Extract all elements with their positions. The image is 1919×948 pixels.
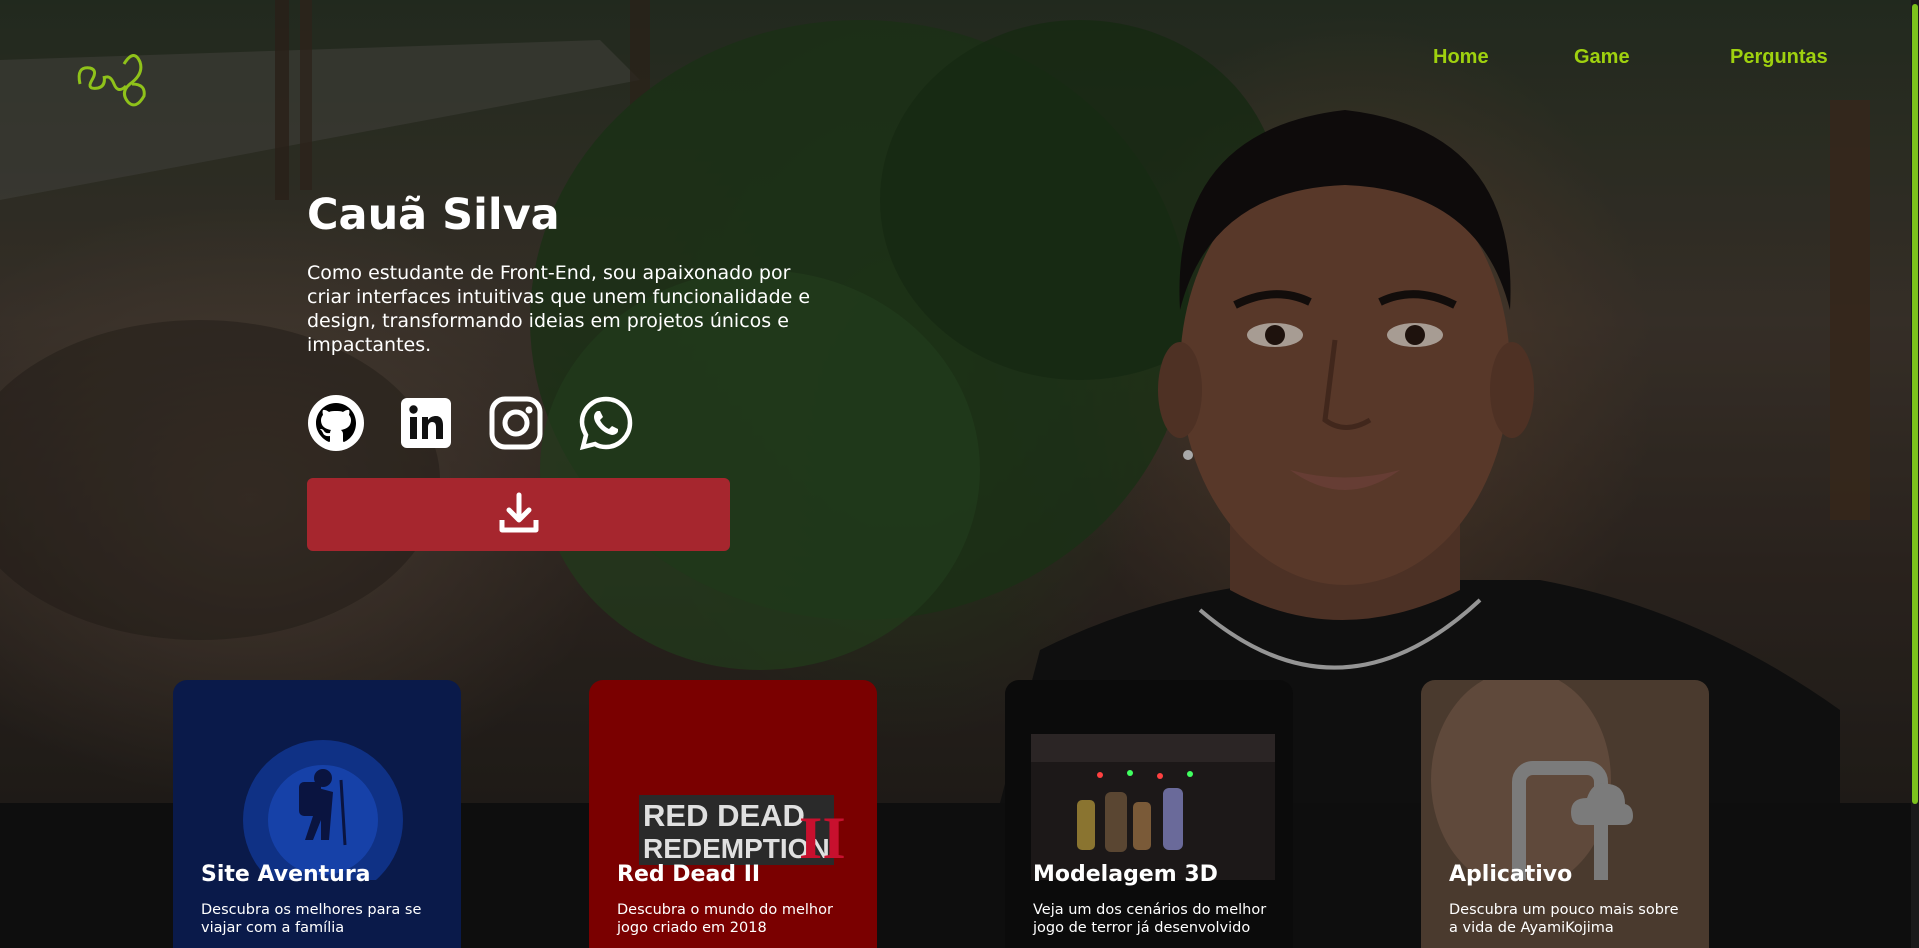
card-title: Modelagem 3D — [1033, 862, 1218, 887]
project-card-modelagem-3d[interactable]: Modelagem 3D Veja um dos cenários do mel… — [1005, 680, 1293, 948]
nav-home[interactable]: Home — [1433, 46, 1489, 69]
github-icon[interactable] — [307, 394, 365, 452]
scrollbar-thumb[interactable] — [1912, 4, 1918, 804]
nav-game[interactable]: Game — [1574, 46, 1630, 69]
scene-thumbnail — [1031, 734, 1275, 880]
instagram-icon[interactable] — [487, 394, 545, 452]
card-description: Descubra os melhores para se viajar com … — [201, 902, 422, 936]
card-title: Aplicativo — [1449, 862, 1573, 887]
svg-text:II: II — [799, 805, 846, 871]
linkedin-icon[interactable] — [397, 394, 455, 452]
card-description: Descubra o mundo do melhor jogo criado e… — [617, 902, 833, 936]
project-card-site-aventura[interactable]: Site Aventura Descubra os melhores para … — [173, 680, 461, 948]
project-card-aplicativo[interactable]: Aplicativo Descubra um pouco mais sobre … — [1421, 680, 1709, 948]
card-title: Red Dead II — [617, 862, 761, 887]
phone-cloud-icon — [1431, 680, 1633, 880]
svg-text:RED DEAD: RED DEAD — [643, 798, 805, 833]
card-description: Descubra um pouco mais sobre a vida de A… — [1449, 902, 1679, 936]
signature-logo-icon[interactable] — [74, 44, 148, 110]
download-cv-button[interactable] — [307, 478, 730, 551]
whatsapp-icon[interactable] — [577, 394, 635, 452]
hiker-icon — [243, 740, 403, 880]
hero-description: Como estudante de Front-End, sou apaixon… — [307, 262, 811, 356]
download-icon — [498, 492, 540, 537]
nav-perguntas[interactable]: Perguntas — [1730, 46, 1828, 69]
project-card-red-dead[interactable]: RED DEAD REDEMPTION II Red Dead II Descu… — [589, 680, 877, 948]
red-dead-logo: RED DEAD REDEMPTION II — [639, 795, 846, 871]
scrollbar[interactable] — [1911, 0, 1919, 948]
hero-name: Cauã Silva — [307, 190, 560, 240]
card-description: Veja um dos cenários do melhor jogo de t… — [1033, 902, 1267, 936]
card-title: Site Aventura — [201, 862, 371, 887]
